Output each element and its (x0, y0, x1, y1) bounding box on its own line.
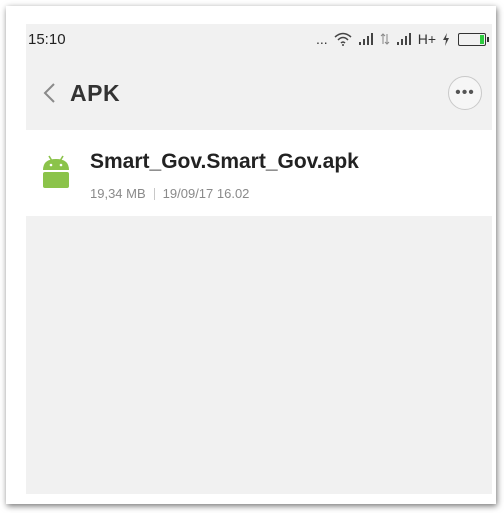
notification-dots-icon: ... (316, 31, 328, 47)
android-apk-icon (43, 155, 69, 188)
chevron-left-icon (43, 83, 55, 103)
back-button[interactable] (32, 76, 66, 110)
file-meta: 19,34 MB 19/09/17 16.02 (90, 186, 249, 201)
file-date: 19/09/17 16.02 (162, 186, 250, 201)
more-icon: ••• (455, 84, 475, 101)
signal-2-icon (396, 33, 411, 45)
data-transfer-icon (380, 33, 390, 45)
more-options-button[interactable]: ••• (448, 76, 482, 110)
battery-icon (458, 32, 489, 46)
status-icons: ... H+ (316, 31, 489, 47)
signal-1-icon (358, 33, 373, 45)
file-list: Smart_Gov.Smart_Gov.apk 19,34 MB 19/09/1… (26, 130, 492, 216)
battery-level-fill (480, 34, 484, 44)
file-manager-screen: 15:10 ... H+ APK ••• Smart_Gov.Smart_Gov… (26, 24, 492, 494)
screenshot-frame: 15:10 ... H+ APK ••• Smart_Gov.Smart_Gov… (6, 6, 496, 504)
network-type-label: H+ (417, 31, 436, 47)
empty-list-area (26, 216, 492, 494)
file-size: 19,34 MB (90, 186, 146, 201)
meta-separator (153, 187, 155, 200)
list-item[interactable]: Smart_Gov.Smart_Gov.apk 19,34 MB 19/09/1… (26, 130, 492, 216)
wifi-icon (334, 32, 352, 46)
app-header: APK ••• (26, 54, 492, 132)
page-title: APK (70, 79, 121, 106)
file-name: Smart_Gov.Smart_Gov.apk (90, 150, 359, 173)
status-bar: 15:10 ... H+ (26, 24, 492, 54)
charging-icon (443, 32, 449, 46)
status-time: 15:10 (28, 30, 66, 48)
